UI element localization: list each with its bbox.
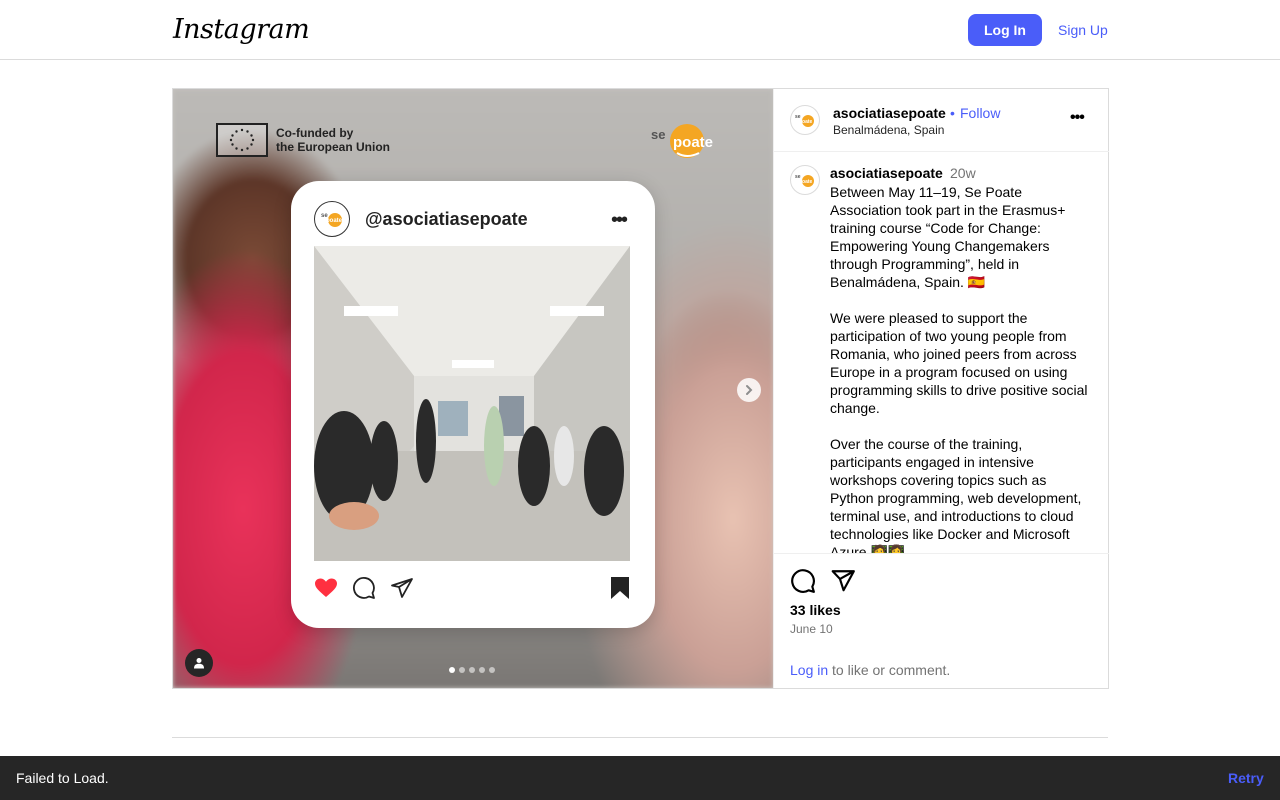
eu-funding-text: Co-funded by the European Union bbox=[276, 126, 390, 154]
eu-text-line2: the European Union bbox=[276, 140, 390, 154]
eu-text-line1: Co-funded by bbox=[276, 126, 354, 140]
svg-text:poate: poate bbox=[799, 179, 813, 185]
post-container: Co-funded by the European Union se poate… bbox=[172, 88, 1109, 689]
carousel-dot bbox=[489, 667, 495, 673]
caption-text: Between May 11–19, Se Poate Association … bbox=[830, 184, 1088, 553]
user-icon bbox=[194, 658, 204, 669]
heart-filled-icon bbox=[315, 578, 337, 597]
svg-text:poate: poate bbox=[799, 119, 813, 125]
post-date[interactable]: June 10 bbox=[790, 622, 833, 636]
more-options-icon[interactable]: ••• bbox=[1070, 109, 1085, 127]
comment-icon bbox=[353, 577, 375, 599]
post-mockup-card: se poate @asociatiasepoate ••• bbox=[291, 181, 655, 628]
card-avatar: se poate bbox=[314, 201, 350, 237]
card-more-icon: ••• bbox=[611, 209, 628, 231]
post-header: se poate asociatiasepoate • Follow Benalm… bbox=[774, 89, 1109, 152]
post-location[interactable]: Benalmádena, Spain bbox=[833, 123, 944, 137]
author-avatar[interactable]: se poate bbox=[790, 105, 820, 135]
card-handle: @asociatiasepoate bbox=[365, 209, 528, 229]
header-separator: • bbox=[950, 105, 955, 121]
footer-divider bbox=[172, 737, 1108, 738]
caption-scroll-area[interactable]: se poate asociatiasepoate 20w Between May… bbox=[774, 152, 1109, 553]
card-action-row bbox=[314, 576, 630, 600]
login-prompt-suffix: to like or comment. bbox=[828, 662, 951, 678]
login-link[interactable]: Log in bbox=[790, 662, 828, 678]
bookmark-filled-icon bbox=[611, 577, 629, 599]
eu-funding-badge: Co-funded by the European Union bbox=[216, 123, 390, 157]
comment-icon[interactable] bbox=[790, 568, 816, 594]
caption-timestamp[interactable]: 20w bbox=[950, 165, 976, 181]
caption-username[interactable]: asociatiasepoate bbox=[830, 165, 943, 181]
like-count[interactable]: 33 likes bbox=[790, 602, 841, 618]
author-username[interactable]: asociatiasepoate bbox=[833, 105, 946, 121]
post-sidebar: se poate asociatiasepoate • Follow Benalm… bbox=[773, 89, 1109, 688]
se-poate-logo: se poate bbox=[651, 124, 713, 158]
carousel-dot bbox=[469, 667, 475, 673]
top-nav-bar: Instagram Log In Sign Up bbox=[0, 0, 1280, 60]
post-footer: 33 likes June 10 Log in to like or comme… bbox=[774, 553, 1109, 689]
classroom-photo bbox=[314, 246, 630, 561]
tagged-users-button[interactable] bbox=[185, 649, 213, 677]
carousel-indicator bbox=[449, 667, 495, 673]
instagram-logo[interactable]: Instagram bbox=[173, 14, 310, 45]
caption-avatar[interactable]: se poate bbox=[790, 165, 820, 195]
follow-button[interactable]: Follow bbox=[960, 105, 1000, 121]
eu-flag-icon bbox=[216, 123, 268, 157]
svg-text:poate: poate bbox=[326, 218, 343, 224]
carousel-dot bbox=[449, 667, 455, 673]
login-prompt: Log in to like or comment. bbox=[790, 662, 950, 678]
carousel-dot bbox=[459, 667, 465, 673]
share-icon bbox=[391, 578, 413, 598]
carousel-next-button[interactable] bbox=[737, 378, 761, 402]
chevron-right-icon bbox=[746, 385, 753, 395]
post-media[interactable]: Co-funded by the European Union se poate… bbox=[173, 89, 773, 688]
retry-button[interactable]: Retry bbox=[1228, 770, 1264, 786]
svg-text:se: se bbox=[651, 127, 665, 142]
share-icon[interactable] bbox=[830, 568, 856, 594]
error-toast: Failed to Load. Retry bbox=[0, 756, 1280, 800]
svg-text:poate: poate bbox=[673, 134, 713, 151]
toast-message: Failed to Load. bbox=[16, 770, 109, 786]
login-button[interactable]: Log In bbox=[968, 14, 1042, 46]
signup-link[interactable]: Sign Up bbox=[1058, 22, 1108, 38]
carousel-dot bbox=[479, 667, 485, 673]
